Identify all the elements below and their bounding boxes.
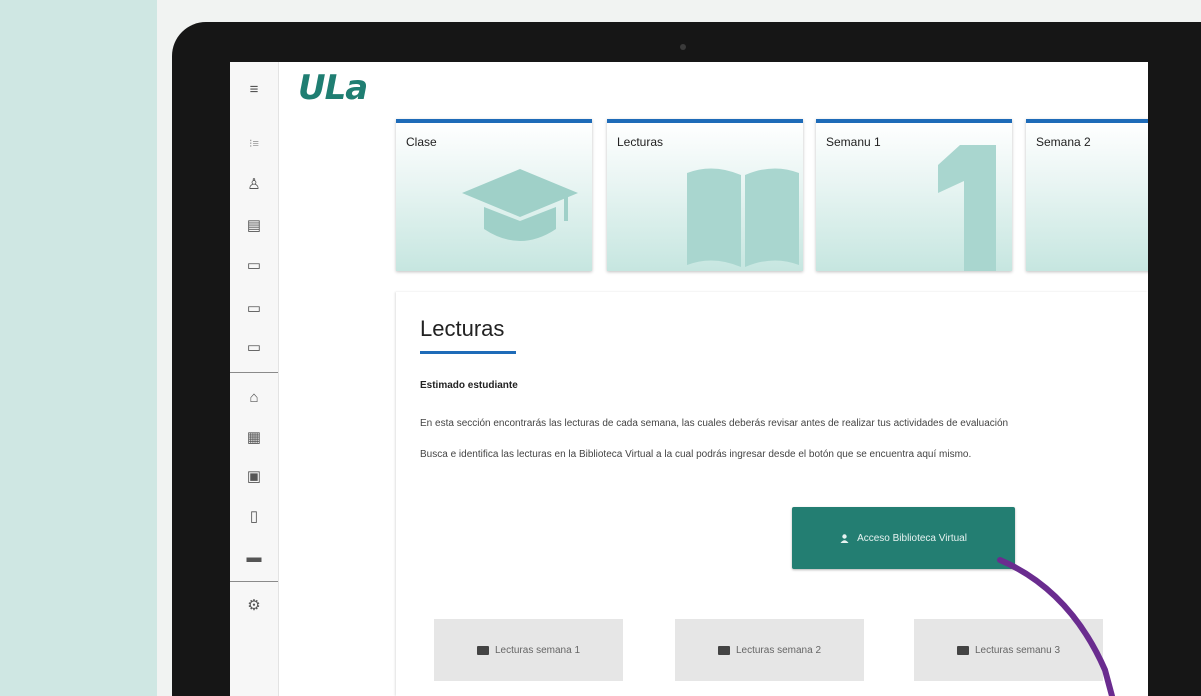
- open-folder-icon[interactable]: ▬: [239, 544, 269, 570]
- section-paragraph: Busca e identifica las lecturas en la Bi…: [420, 449, 972, 460]
- folder-icon[interactable]: ▭: [239, 334, 269, 360]
- hamburger-menu-icon[interactable]: ≡: [239, 76, 269, 102]
- notes-icon[interactable]: ▤: [239, 212, 269, 238]
- greeting-text: Estimado estudiante: [420, 380, 518, 391]
- section-title: Lecturas: [420, 316, 505, 341]
- access-virtual-library-button[interactable]: Acceso Biblioteca Virtual: [792, 507, 1015, 569]
- home-icon[interactable]: ⌂: [239, 384, 269, 410]
- sidebar: ≡ ⁝≡ ♙ ▤ ▭ ▭ ▭ ⌂ ▦ ▣ ▯ ▬ ⚙: [230, 62, 279, 696]
- document-icon[interactable]: ▯: [239, 503, 269, 529]
- week-button-label: Lecturas semanu 3: [974, 644, 1061, 656]
- stage: ≡ ⁝≡ ♙ ▤ ▭ ▭ ▭ ⌂ ▦ ▣ ▯ ▬ ⚙ ULa Clase Lec…: [0, 0, 1201, 696]
- background-left: [0, 0, 157, 696]
- week-3-readings-button[interactable]: Lecturas semanu 3: [914, 619, 1103, 681]
- week-button-label: Lecturas semana 2: [735, 644, 822, 656]
- toggle-icon: [956, 645, 969, 655]
- user-icon[interactable]: ♙: [239, 171, 269, 197]
- card-semana-1[interactable]: Semanu 1: [816, 119, 1012, 271]
- lecturas-section: Lecturas Estimado estudiante En esta sec…: [396, 292, 1148, 696]
- access-button-label: Acceso Biblioteca Virtual: [857, 532, 967, 544]
- card-label: Clase: [406, 135, 437, 149]
- sidebar-divider: [230, 581, 278, 582]
- title-underline: [420, 351, 516, 354]
- toggle-icon: [476, 645, 489, 655]
- section-paragraph: En esta sección encontrarás las lecturas…: [420, 418, 1009, 429]
- folder-icon[interactable]: ▭: [239, 295, 269, 321]
- graduation-cap-icon: [462, 169, 578, 241]
- number-one-icon: [938, 145, 996, 271]
- card-label: Semana 2: [1036, 135, 1091, 149]
- gear-icon[interactable]: ⚙: [239, 592, 269, 618]
- card-label: Lecturas: [617, 135, 664, 149]
- sidebar-divider: [230, 372, 278, 373]
- card-semana-2[interactable]: Semana 2: [1026, 119, 1148, 271]
- grid-icon[interactable]: ▦: [239, 424, 269, 450]
- week-1-readings-button[interactable]: Lecturas semana 1: [434, 619, 623, 681]
- user-icon: [840, 533, 849, 543]
- list-icon[interactable]: ⁝≡: [239, 130, 269, 156]
- screen: ≡ ⁝≡ ♙ ▤ ▭ ▭ ▭ ⌂ ▦ ▣ ▯ ▬ ⚙ ULa Clase Lec…: [230, 62, 1148, 696]
- week-button-label: Lecturas semana 1: [494, 644, 581, 656]
- week-2-readings-button[interactable]: Lecturas semana 2: [675, 619, 864, 681]
- ula-logo[interactable]: ULa: [298, 68, 368, 108]
- card-label: Semanu 1: [826, 135, 881, 149]
- camera-icon: [680, 44, 686, 50]
- card-lecturas[interactable]: Lecturas: [607, 119, 803, 271]
- card-clase[interactable]: Clase: [396, 119, 592, 271]
- folder-icon[interactable]: ▭: [239, 252, 269, 278]
- toggle-icon: [717, 645, 730, 655]
- open-book-icon: [687, 168, 799, 267]
- calendar-icon[interactable]: ▣: [239, 463, 269, 489]
